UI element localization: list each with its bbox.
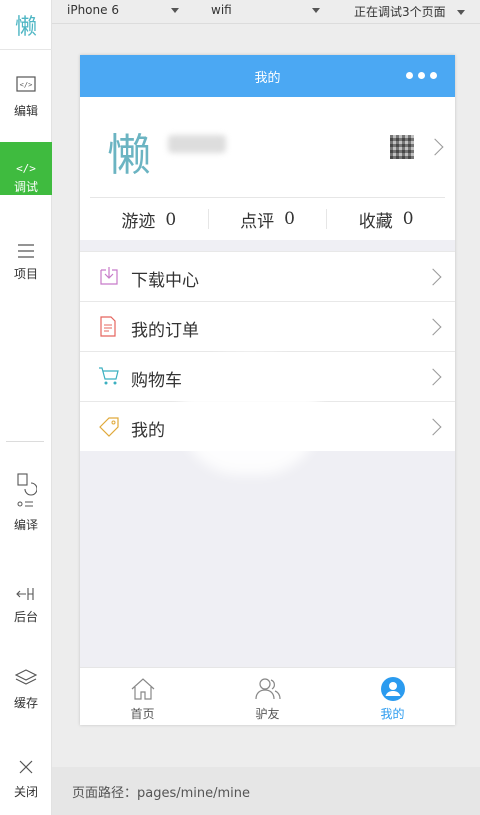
page-title: 我的 (254, 70, 281, 86)
phone-simulator: 我的 懒 游迹 0 点评 0 收藏 0 下载中心 我的订单 购物车 我的 首页 … (80, 55, 455, 725)
stat-reviews[interactable]: 点评 0 (207, 209, 327, 232)
sidebar-item-debug[interactable]: </> 调试 (0, 142, 52, 195)
stats-row: 游迹 0 点评 0 收藏 0 (90, 197, 445, 240)
left-sidebar: 懒 </> 编辑 </> 调试 项目 编译 后台 缓存 关闭 (0, 0, 52, 815)
device-select[interactable]: iPhone 6 (67, 3, 179, 17)
cart-icon (98, 366, 120, 388)
sidebar-item-close[interactable]: 关闭 (0, 757, 52, 801)
home-icon (130, 676, 156, 702)
network-select[interactable]: wifi (211, 3, 320, 17)
nav-bar: 我的 (80, 55, 455, 97)
tab-mine[interactable]: 我的 (330, 668, 455, 725)
svg-text:</>: </> (16, 162, 36, 175)
avatar: 懒 (107, 130, 151, 181)
friends-icon (254, 676, 281, 702)
chevron-down-icon (311, 8, 320, 13)
redaction-overlay (180, 355, 320, 475)
sidebar-divider (6, 441, 44, 442)
tab-home[interactable]: 首页 (80, 668, 205, 725)
device-toolbar: iPhone 6 wifi 正在调试3个页面 (52, 0, 480, 24)
code-icon: </> (14, 160, 38, 176)
debug-pages-select[interactable]: 正在调试3个页面 (354, 3, 466, 20)
stat-footprints[interactable]: 游迹 0 (90, 198, 208, 241)
code-window-icon: </> (14, 72, 38, 96)
sidebar-item-edit[interactable]: </> 编辑 (0, 72, 52, 132)
sidebar-item-cache[interactable]: 缓存 (0, 668, 52, 712)
qrcode-icon[interactable] (390, 135, 414, 159)
layers-icon (14, 668, 38, 688)
chevron-down-icon (457, 10, 466, 15)
profile-card[interactable]: 懒 游迹 0 点评 0 收藏 0 (80, 97, 455, 240)
more-icon[interactable] (406, 72, 437, 79)
page-path-bar: 页面路径：pages/mine/mine (52, 767, 480, 815)
sidebar-item-backend[interactable]: 后台 (0, 585, 52, 625)
download-icon (98, 266, 120, 288)
tab-friends[interactable]: 驴友 (205, 668, 330, 725)
user-icon (380, 676, 406, 702)
stat-favorites[interactable]: 收藏 0 (326, 209, 445, 232)
chevron-right-icon (424, 368, 442, 386)
compile-icon (14, 470, 38, 510)
chevron-right-icon (424, 418, 442, 436)
menu-item-orders[interactable]: 我的订单 (80, 301, 455, 351)
tag-icon (98, 416, 120, 438)
sidebar-item-compile[interactable]: 编译 (0, 470, 52, 540)
chevron-right-icon (424, 318, 442, 336)
chevron-down-icon (170, 8, 179, 13)
order-doc-icon (98, 316, 120, 338)
app-logo: 懒 (0, 0, 52, 50)
tab-bar: 首页 驴友 我的 (80, 667, 455, 725)
username-blurred (168, 135, 226, 153)
chevron-right-icon (426, 138, 444, 156)
backend-icon (14, 585, 38, 602)
menu-lines-icon (14, 242, 38, 259)
svg-text:</>: </> (20, 81, 33, 89)
menu-item-downloads[interactable]: 下载中心 (80, 251, 455, 301)
page-path: 页面路径：pages/mine/mine (72, 786, 251, 801)
close-icon (14, 757, 38, 777)
chevron-right-icon (424, 268, 442, 286)
sidebar-item-project[interactable]: 项目 (0, 242, 52, 282)
